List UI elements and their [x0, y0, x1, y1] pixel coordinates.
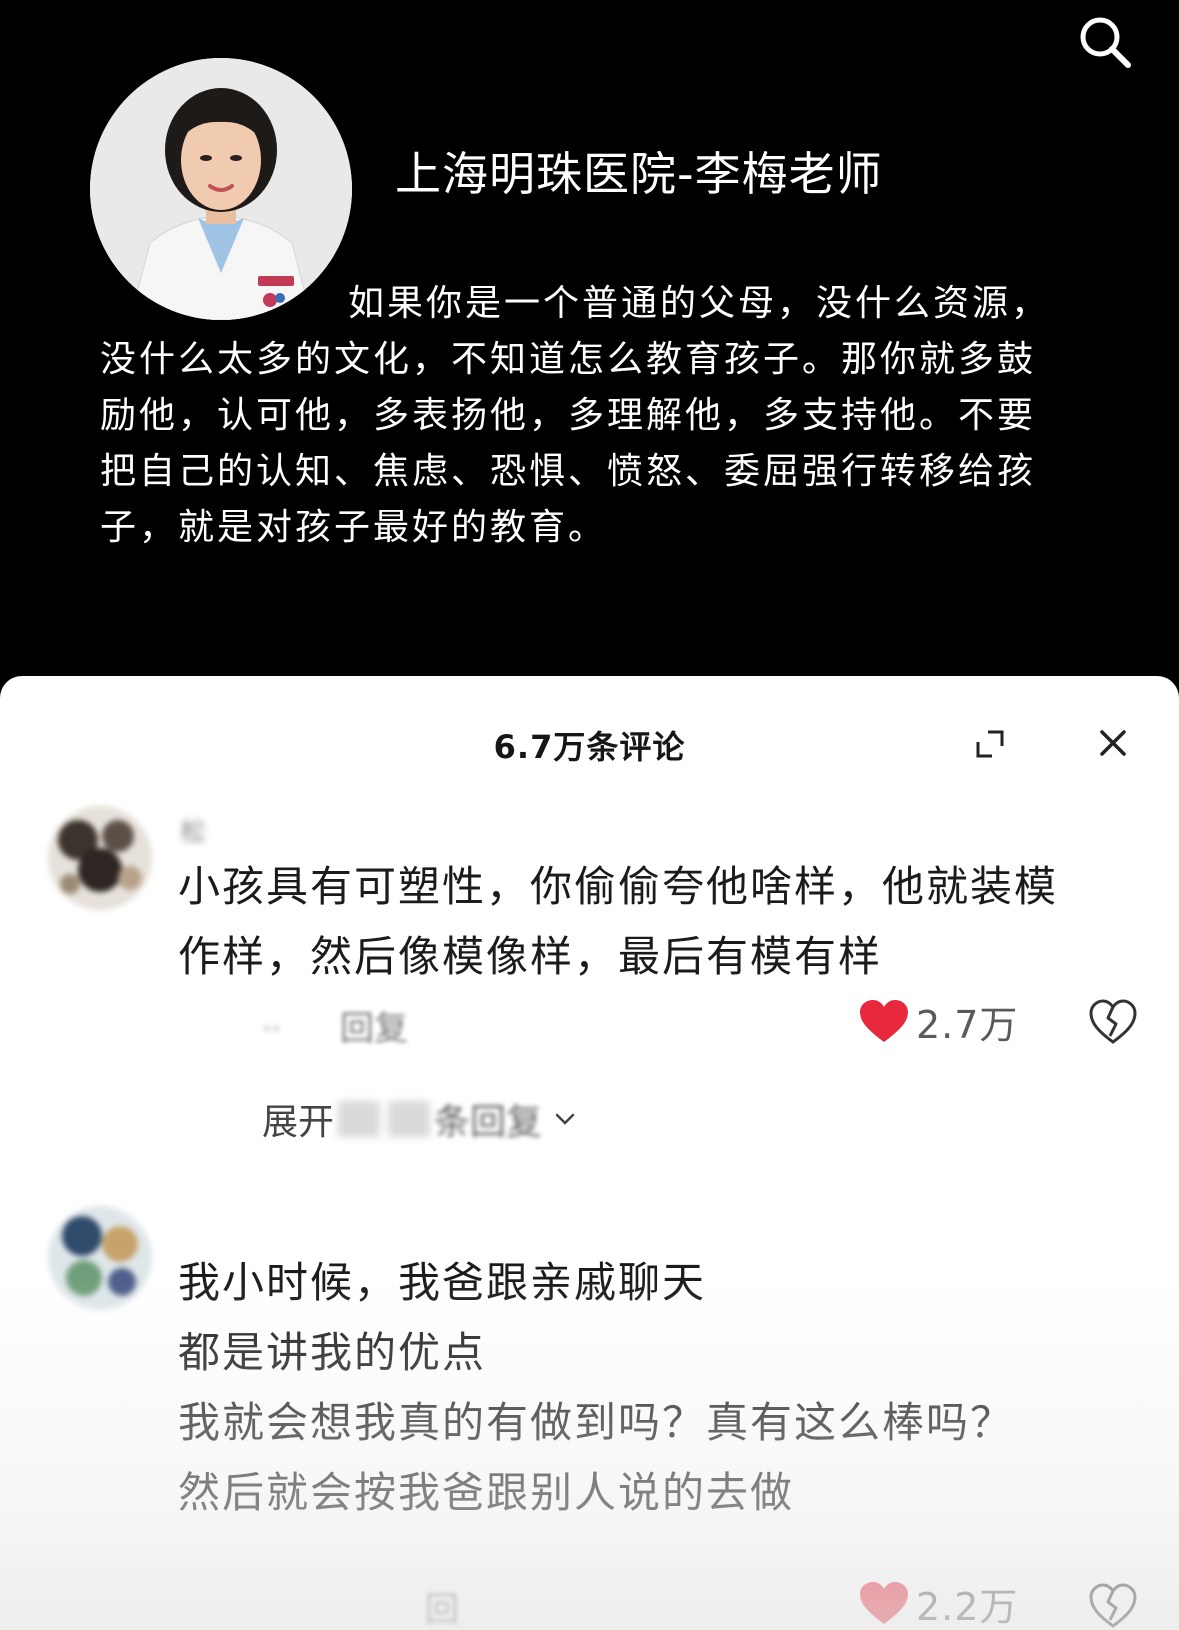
commenter-name[interactable]: 松: [180, 812, 206, 849]
like-count: 2.7万: [916, 1002, 1019, 1047]
heart-icon: [860, 1582, 908, 1624]
broken-heart-icon: [1089, 1583, 1137, 1628]
quote-line: 子，就是对孩子最好的教育。: [100, 507, 608, 548]
expand-replies-label: 展开: [262, 1102, 335, 1143]
avatar-image: [48, 1206, 152, 1310]
comment-text: 小孩具有可塑性，你偷偷夸他啥样，他就装模 作样，然后像模像样，最后有模有样: [178, 852, 1058, 992]
dislike-button[interactable]: [1088, 998, 1138, 1046]
like-button[interactable]: 2.2万: [858, 1578, 1019, 1629]
expand-replies-suffix: 条回复: [434, 1102, 543, 1143]
comment-time: ··: [262, 1012, 282, 1047]
reply-count-redacted: [388, 1101, 431, 1137]
commenter-avatar[interactable]: [48, 1206, 152, 1310]
video-area[interactable]: 上海明珠医院-李梅老师 如果你是一个普通的父母，没什么资源， 没什么太多的文化，…: [0, 0, 1179, 700]
search-button[interactable]: [1075, 12, 1135, 72]
quote-line: 励他，认可他，多表扬他，多理解他，多支持他。不要: [100, 395, 1037, 436]
comments-sheet: 6.7万条评论 松 小孩具有可塑性，你偷偷夸他啥样，他就装模 作样，然后像模像样…: [0, 676, 1179, 1630]
quote-line: 把自己的认知、焦虑、恐惧、愤怒、委屈强行转移给孩: [100, 451, 1037, 492]
expand-button[interactable]: [972, 726, 1008, 762]
commenter-avatar[interactable]: [48, 806, 152, 910]
broken-heart-icon: [1089, 999, 1137, 1044]
close-icon: [1100, 730, 1126, 756]
quote-text: 没什么太多的文化，不知道怎么教育孩子。那你就多鼓 励他，认可他，多表扬他，多理解…: [100, 332, 1090, 556]
reply-count-redacted: [338, 1101, 381, 1137]
comment-line: 小孩具有可塑性，你偷偷夸他啥样，他就装模: [178, 862, 1059, 911]
speaker-portrait-image: [90, 58, 352, 320]
comment-line: 我小时候，我爸跟亲戚聊天: [178, 1258, 707, 1307]
speaker-title: 上海明珠医院-李梅老师: [395, 147, 883, 201]
avatar-image: [48, 806, 152, 910]
comment-line: 然后就会按我爸跟别人说的去做: [178, 1468, 795, 1517]
like-count: 2.2万: [916, 1584, 1019, 1629]
comment-text: 我小时候，我爸跟亲戚聊天 都是讲我的优点 我就会想我真的有做到吗？真有这么棒吗？…: [178, 1248, 1014, 1528]
chevron-down-icon: [555, 1113, 575, 1125]
heart-icon: [860, 1000, 908, 1042]
dislike-button[interactable]: [1088, 1582, 1138, 1630]
comment-line: 都是讲我的优点: [178, 1328, 487, 1377]
search-icon: [1080, 17, 1131, 68]
quote-line: 如果你是一个普通的父母，没什么资源，: [348, 283, 1051, 324]
close-button[interactable]: [1094, 724, 1132, 762]
reply-button[interactable]: 回复: [340, 1001, 408, 1050]
speaker-avatar: [90, 58, 352, 320]
comment-line: 我就会想我真的有做到吗？真有这么棒吗？: [178, 1398, 1015, 1447]
reply-button[interactable]: 回: [425, 1582, 459, 1630]
quote-line: 没什么太多的文化，不知道怎么教育孩子。那你就多鼓: [100, 339, 1037, 380]
expand-replies-button[interactable]: 展开 条回复: [262, 1094, 580, 1144]
comment-line: 作样，然后像模像样，最后有模有样: [178, 932, 883, 981]
expand-icon: [976, 730, 1004, 758]
like-button[interactable]: 2.7万: [858, 996, 1019, 1047]
